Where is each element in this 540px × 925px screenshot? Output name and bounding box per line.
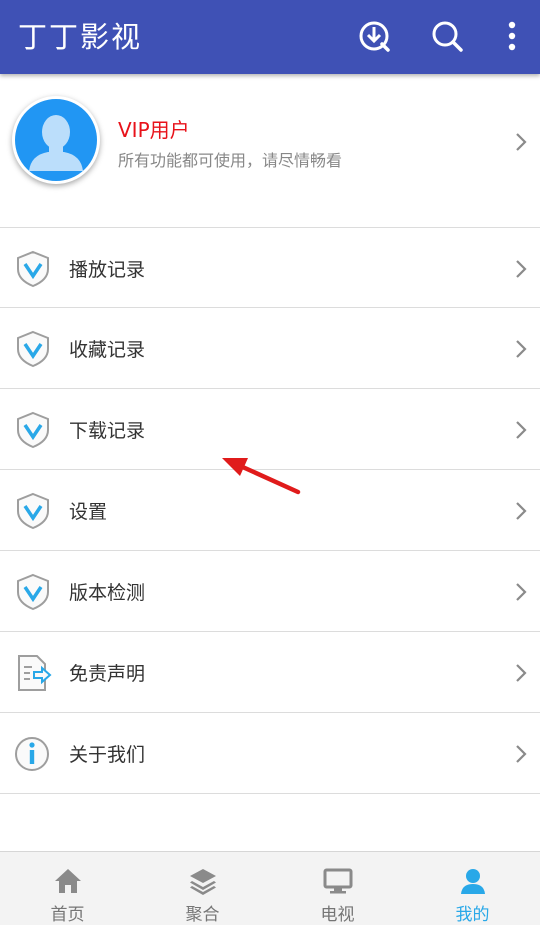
tab-aggregate[interactable]: 聚合 bbox=[135, 852, 270, 925]
shield-v-icon bbox=[17, 330, 49, 368]
tab-home[interactable]: 首页 bbox=[0, 852, 135, 925]
info-icon bbox=[15, 737, 49, 771]
tab-label: 电视 bbox=[320, 905, 355, 925]
tab-label: 聚合 bbox=[185, 905, 220, 925]
search-icon bbox=[432, 21, 463, 52]
shield-v-icon bbox=[17, 411, 49, 449]
profile-card[interactable]: VIP用户 所有功能都可使用，请尽情畅看 bbox=[0, 74, 540, 212]
tv-icon bbox=[323, 868, 352, 894]
more-menu-button[interactable] bbox=[490, 14, 534, 58]
person-silhouette-icon bbox=[29, 115, 83, 171]
menu-item-favorites[interactable]: 收藏记录 bbox=[0, 308, 540, 389]
download-button[interactable] bbox=[352, 14, 396, 58]
menu-item-label: 收藏记录 bbox=[69, 339, 146, 361]
chevron-right-icon bbox=[516, 745, 527, 763]
app-bar: 丁丁影视 bbox=[0, 0, 540, 74]
document-share-icon bbox=[18, 655, 52, 691]
menu-list: 播放记录 收藏记录 下载记录 设置 版本检测 免责声明 关于我们 bbox=[0, 227, 540, 794]
menu-item-label: 免责声明 bbox=[69, 663, 146, 685]
vip-level: VIP用户 bbox=[118, 118, 190, 142]
home-icon bbox=[54, 869, 81, 893]
chevron-right-icon bbox=[516, 421, 527, 439]
menu-item-label: 设置 bbox=[69, 501, 108, 523]
more-vert-icon bbox=[508, 21, 516, 51]
shield-v-icon bbox=[17, 573, 49, 611]
avatar[interactable] bbox=[12, 96, 100, 184]
shield-v-icon bbox=[17, 250, 49, 288]
tab-mine[interactable]: 我的 bbox=[405, 852, 540, 925]
menu-item-settings[interactable]: 设置 bbox=[0, 470, 540, 551]
menu-item-play-history[interactable]: 播放记录 bbox=[0, 227, 540, 308]
chevron-right-icon bbox=[516, 340, 527, 358]
menu-item-disclaimer[interactable]: 免责声明 bbox=[0, 632, 540, 713]
vip-description: 所有功能都可使用，请尽情畅看 bbox=[118, 151, 343, 170]
person-icon bbox=[460, 869, 485, 894]
shield-v-icon bbox=[17, 492, 49, 530]
menu-item-label: 下载记录 bbox=[69, 420, 146, 442]
chevron-right-icon bbox=[516, 133, 527, 151]
chevron-right-icon bbox=[516, 502, 527, 520]
tab-label: 我的 bbox=[455, 905, 490, 925]
menu-item-label: 关于我们 bbox=[69, 744, 146, 766]
search-button[interactable] bbox=[425, 14, 469, 58]
download-icon bbox=[359, 21, 390, 52]
tab-label: 首页 bbox=[50, 905, 85, 925]
menu-item-download-history[interactable]: 下载记录 bbox=[0, 389, 540, 470]
chevron-right-icon bbox=[516, 583, 527, 601]
bottom-tab-bar: 首页 聚合 电视 我的 bbox=[0, 851, 540, 925]
menu-item-about-us[interactable]: 关于我们 bbox=[0, 713, 540, 794]
layers-icon bbox=[189, 869, 216, 895]
tab-tv[interactable]: 电视 bbox=[270, 852, 405, 925]
menu-item-label: 播放记录 bbox=[69, 259, 146, 281]
chevron-right-icon bbox=[516, 664, 527, 682]
app-title: 丁丁影视 bbox=[18, 20, 143, 54]
menu-item-version-check[interactable]: 版本检测 bbox=[0, 551, 540, 632]
menu-item-label: 版本检测 bbox=[69, 582, 146, 604]
chevron-right-icon bbox=[516, 260, 527, 278]
